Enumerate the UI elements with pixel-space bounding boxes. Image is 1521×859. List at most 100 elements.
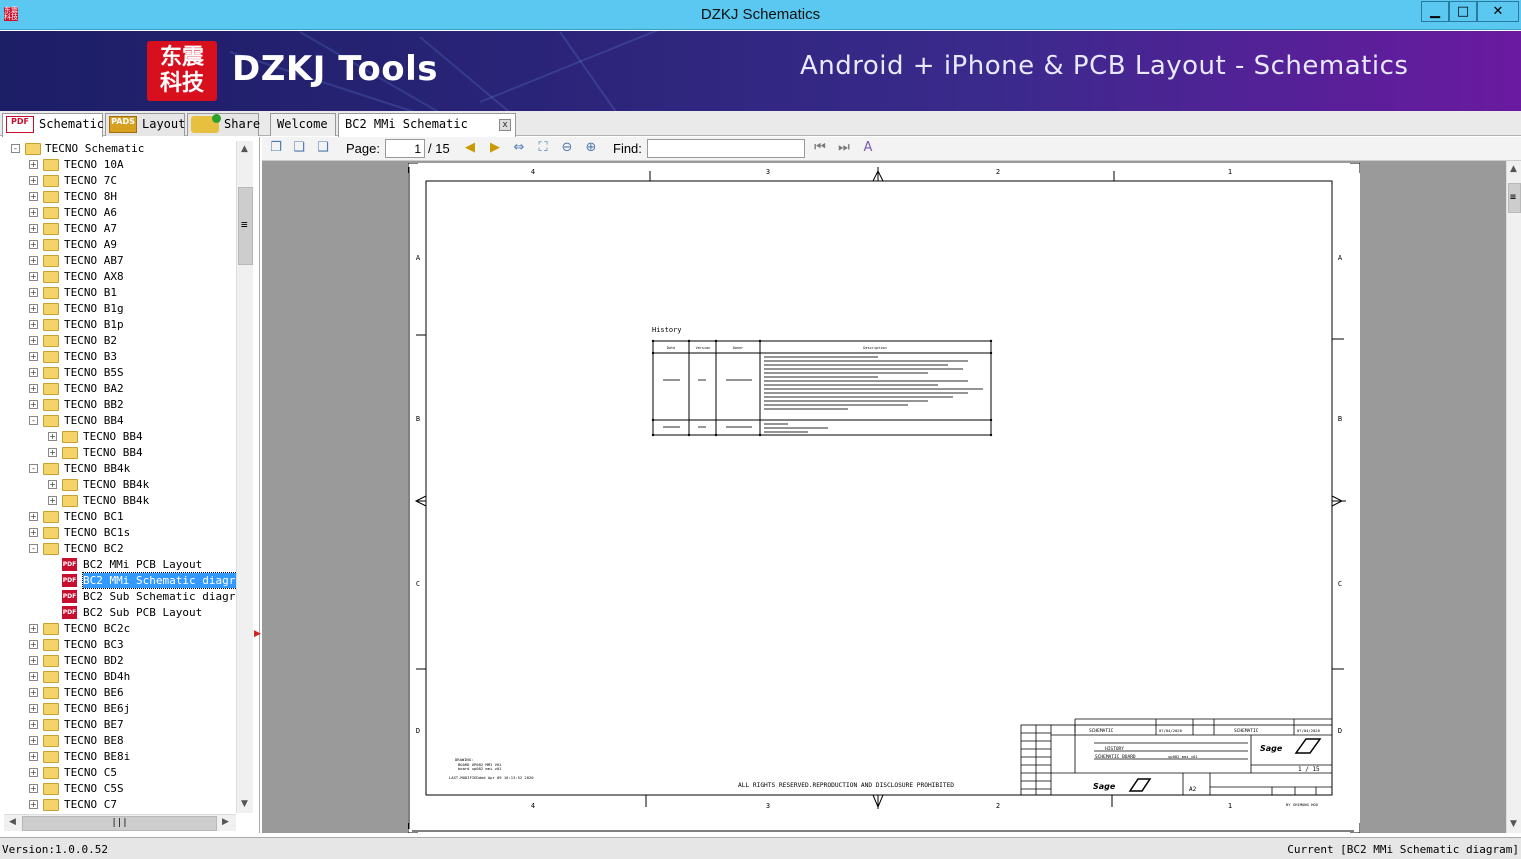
tab-bc2-mmi-schematic[interactable]: BC2 MMi Schematic diagram x [338, 113, 516, 151]
expand-icon[interactable]: + [29, 176, 38, 185]
expand-icon[interactable]: + [29, 784, 38, 793]
folder-icon [25, 143, 41, 155]
folder-icon [62, 479, 78, 491]
pdf-viewer[interactable]: 4 3 2 1 4 3 2 1 A B C D A B C D History Date Version… [262, 161, 1506, 833]
zoom-out-icon[interactable]: ⊖ [559, 140, 575, 156]
banner-tagline: Android + iPhone & PCB Layout - Schemati… [800, 51, 1409, 81]
find-input[interactable] [647, 139, 805, 158]
expand-icon[interactable]: + [29, 320, 38, 329]
scroll-right-icon[interactable]: ▶ [222, 817, 229, 827]
scroll-thumb[interactable]: ≡ [238, 187, 253, 265]
folder-icon [43, 367, 59, 379]
tree-vertical-scrollbar[interactable]: ▲ ≡ ▼ [236, 141, 253, 813]
scroll-thumb[interactable]: ||| [22, 816, 217, 831]
zoom-in-icon[interactable]: ⊕ [583, 140, 599, 156]
scroll-down-icon[interactable]: ▼ [241, 799, 248, 809]
expand-icon[interactable]: + [29, 288, 38, 297]
collapse-icon[interactable]: - [29, 416, 38, 425]
expand-icon[interactable]: + [29, 256, 38, 265]
expand-icon[interactable]: + [29, 336, 38, 345]
scroll-down-icon[interactable]: ▼ [1510, 819, 1517, 829]
zone-column-label: 1 [1228, 168, 1232, 176]
close-tab-icon[interactable]: x [499, 119, 511, 131]
expand-icon[interactable]: + [48, 448, 57, 457]
zone-column-label: 3 [766, 168, 770, 176]
expand-icon[interactable]: + [29, 528, 38, 537]
tree-horizontal-scrollbar[interactable]: ◀ ||| ▶ [4, 814, 236, 831]
expand-icon[interactable]: + [48, 496, 57, 505]
page-input[interactable] [385, 139, 425, 158]
next-page-icon[interactable]: ▶ [487, 140, 503, 156]
expand-icon[interactable]: + [29, 352, 38, 361]
tree-label: TECNO BE7 [64, 718, 124, 731]
folder-icon [62, 495, 78, 507]
expand-icon[interactable]: + [29, 752, 38, 761]
tree-label: BC2 Sub Schematic diagram [83, 590, 236, 603]
folder-icon [43, 415, 59, 427]
expand-icon[interactable]: + [29, 704, 38, 713]
expand-icon[interactable]: + [29, 736, 38, 745]
tab-layout[interactable]: PADS Layout [105, 113, 185, 136]
folder-icon [43, 383, 59, 395]
zone-row-label: A [1338, 254, 1343, 262]
scroll-thumb[interactable]: ≡ [1508, 183, 1521, 213]
scroll-up-icon[interactable]: ▲ [1510, 164, 1517, 174]
sidebar: - TECNO Schematic + TECNO 10A + TECNO 7C + TECN… [0, 137, 261, 833]
pages-icon[interactable]: ❑ [315, 140, 331, 156]
tree-label: TECNO C5 [64, 766, 117, 779]
viewer-vertical-scrollbar[interactable]: ▲ ≡ ▼ [1506, 161, 1521, 833]
tree-label: TECNO C5S [64, 782, 124, 795]
tb-name-1: SCHEMATIC [1089, 728, 1114, 734]
copy-icon[interactable]: ❐ [268, 140, 284, 156]
tab-welcome[interactable]: Welcome [270, 113, 336, 136]
expand-icon[interactable]: + [29, 624, 38, 633]
folder-icon [43, 751, 59, 763]
expand-icon[interactable]: + [48, 432, 57, 441]
expand-icon[interactable]: + [29, 368, 38, 377]
expand-icon[interactable]: + [29, 208, 38, 217]
tab-schematic[interactable]: PDF Schematic [2, 113, 104, 137]
scroll-left-icon[interactable]: ◀ [9, 817, 16, 827]
expand-icon[interactable]: + [29, 512, 38, 521]
expand-icon[interactable]: + [29, 384, 38, 393]
prev-page-icon[interactable]: ◀ [462, 140, 478, 156]
expand-icon[interactable]: + [29, 160, 38, 169]
expand-icon[interactable]: + [29, 272, 38, 281]
collapse-icon[interactable]: - [11, 144, 20, 153]
rights-notice: ALL RIGHTS RESERVED.REPRODUCTION AND DIS… [738, 782, 954, 789]
collapse-icon[interactable]: - [29, 544, 38, 553]
find-previous-icon[interactable]: ⏮ [812, 140, 828, 156]
expand-icon[interactable]: + [29, 768, 38, 777]
file-tree[interactable]: - TECNO Schematic + TECNO 10A + TECNO 7C + TECN… [0, 141, 236, 813]
tab-share[interactable]: Share [187, 113, 260, 136]
expand-icon[interactable]: + [29, 800, 38, 809]
folder-icon [43, 303, 59, 315]
expand-icon[interactable]: + [29, 240, 38, 249]
expand-icon[interactable]: + [48, 480, 57, 489]
tree-label: TECNO BD4h [64, 670, 131, 683]
match-case-icon[interactable]: A [860, 140, 876, 156]
fit-width-icon[interactable]: ⇔ [511, 140, 527, 156]
expand-icon[interactable]: + [29, 304, 38, 313]
close-button[interactable]: ✕ [1477, 1, 1519, 22]
find-next-icon[interactable]: ⏭ [836, 140, 852, 156]
collapse-icon[interactable]: - [29, 464, 38, 473]
tree-label: TECNO AX8 [64, 270, 124, 283]
expand-icon[interactable]: + [29, 224, 38, 233]
expand-icon[interactable]: + [29, 720, 38, 729]
expand-icon[interactable]: + [29, 688, 38, 697]
fit-page-icon[interactable]: ⛶ [535, 140, 551, 156]
expand-icon[interactable]: + [29, 656, 38, 665]
zone-column-label: 3 [766, 802, 770, 810]
expand-icon[interactable]: + [29, 400, 38, 409]
pdf-icon: PDF [62, 590, 77, 603]
copy-page-icon[interactable]: ❏ [291, 140, 307, 156]
expand-icon[interactable]: + [29, 640, 38, 649]
zone-row-label: D [1338, 727, 1342, 735]
maximize-button[interactable]: □ [1449, 1, 1477, 22]
expand-icon[interactable]: + [29, 192, 38, 201]
expand-icon[interactable]: + [29, 672, 38, 681]
minimize-button[interactable]: ▁ [1421, 1, 1449, 22]
splitter-arrow-icon[interactable]: ▶ [254, 629, 261, 639]
scroll-up-icon[interactable]: ▲ [241, 144, 248, 154]
